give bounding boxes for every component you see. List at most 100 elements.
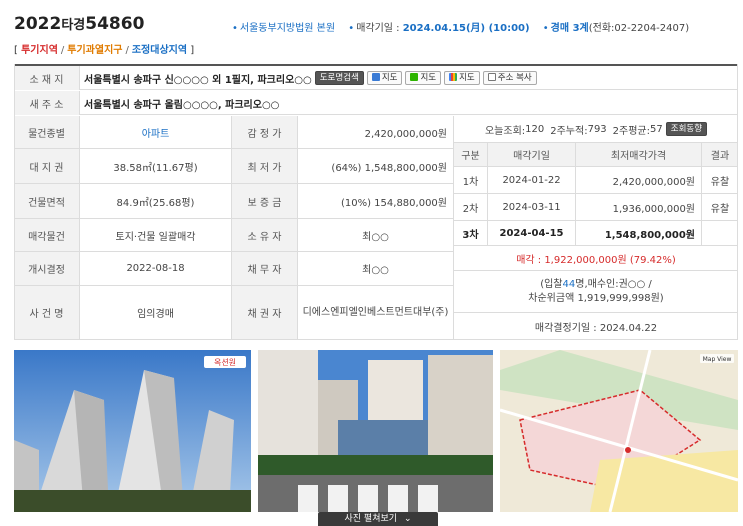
bullet-icon: • <box>348 23 355 34</box>
zone-tags: [ 투기지역 / 투기과열지구 / 조정대상지역 ] <box>14 41 194 56</box>
detail-value: 38.58㎡(11.67평) <box>80 149 232 184</box>
bid-info-prefix: (입찰 <box>540 278 563 290</box>
tag-speculation-zone: 투기지역 <box>21 45 58 56</box>
appraisal-value: 2,420,000,000원 <box>298 116 454 149</box>
detail-label: 채 무 자 <box>232 252 298 286</box>
naver-map-button[interactable]: 지도 <box>405 71 442 85</box>
owner-value: 최○○ <box>298 219 454 252</box>
sale-date: 2024.04.15(月) (10:00) <box>402 23 530 34</box>
bullet-icon: • <box>542 23 549 34</box>
road-name-search-button[interactable]: 도로명검색 <box>314 71 364 85</box>
tag-separator: / <box>125 45 129 56</box>
address-row: 소 재 지 서울특별시 송파구 신○○○○ 외 1필지, 파크리오○○ 도로명검… <box>14 66 738 90</box>
round-date: 2024-01-22 <box>488 167 576 194</box>
today-views: 120 <box>525 123 545 135</box>
bid-info: (입찰44명,매수인:권○○ / 차순위금액 1,919,999,998원) <box>454 271 738 313</box>
google-map-label: 지도 <box>459 73 475 83</box>
new-address-value: 서울특별시 송파구 올림○○○○, 파크리오○○ <box>84 99 280 111</box>
copy-address-button[interactable]: 주소 복사 <box>482 71 537 85</box>
detail-value: 2022-08-18 <box>80 252 232 286</box>
detail-label: 보 증 금 <box>232 184 298 219</box>
decision-date: 매각결정기일 : 2024.04.22 <box>454 313 738 340</box>
two-week-avg: 57 <box>650 123 663 135</box>
photo-building-1[interactable]: 옥션원 <box>14 350 251 512</box>
detail-label: 최 저 가 <box>232 149 298 184</box>
tags-bracket-open: [ <box>14 45 18 56</box>
photo-map[interactable]: Map View <box>500 350 738 512</box>
two-week-avg-label: 2주평균: <box>612 125 651 137</box>
two-week-views: 793 <box>587 123 607 135</box>
tags-bracket-close: ] <box>190 45 195 56</box>
round-number: 1차 <box>454 167 488 194</box>
address-value-wrap: 서울특별시 송파구 신○○○○ 외 1필지, 파크리오○○ 도로명검색 지도 지… <box>84 66 537 90</box>
detail-label: 소 유 자 <box>232 219 298 252</box>
address-label: 소 재 지 <box>14 66 80 90</box>
dept: 3계 <box>572 23 589 34</box>
two-week-views-label: 2주누적: <box>550 125 588 137</box>
bid-info-line1: (입찰44명,매수인:권○○ / <box>540 278 652 292</box>
case-title: 2022 타경 54860 <box>14 14 144 38</box>
round-result: 유찰 <box>702 167 738 194</box>
bullet-icon: • <box>232 23 238 34</box>
minimum-price-value: (64%) 1,548,800,000원 <box>298 149 454 184</box>
detail-label: 건물면적 <box>14 184 80 219</box>
copy-icon <box>487 73 496 81</box>
google-icon <box>449 73 458 81</box>
round-number: 2차 <box>454 194 488 221</box>
expand-photos-label: 사진 펼쳐보기 <box>344 514 398 524</box>
view-trend-button[interactable]: 조회동향 <box>665 122 708 136</box>
case-meta: • 서울동부지방법원 본원 • 매각기일 : 2024.04.15(月) (10:0… <box>232 19 689 34</box>
today-views-label: 오늘조회: <box>484 125 526 137</box>
detail-value: 84.9㎡(25.68평) <box>80 184 232 219</box>
detail-label: 물건종별 <box>14 116 80 149</box>
case-type: 타경 <box>61 18 86 33</box>
court-phone: (전화:02-2204-2407) <box>588 23 690 34</box>
detail-value: 임의경매 <box>80 286 232 340</box>
daum-icon <box>371 73 380 81</box>
detail-label: 매각물건 <box>14 219 80 252</box>
deposit-value: (10%) 154,880,000원 <box>298 184 454 219</box>
creditor-value: 디에스엔피엘인베스트먼트대부(주) <box>298 286 454 340</box>
case-year: 2022 <box>14 14 62 34</box>
round-result: 유찰 <box>702 194 738 221</box>
tag-separator: / <box>60 45 65 56</box>
detail-label: 대 지 권 <box>14 149 80 184</box>
sold-price: 매각 : 1,922,000,000원 (79.42%) <box>454 246 738 271</box>
expand-photos-button[interactable]: 사진 펼쳐보기 ⌄ <box>318 512 438 526</box>
photo-map-image: Map View <box>500 350 738 512</box>
new-address-label: 새 주 소 <box>14 91 80 115</box>
daum-map-label: 지도 <box>381 73 398 83</box>
debtor-value: 최○○ <box>298 252 454 286</box>
rounds-header-price: 최저매각가격 <box>576 143 702 167</box>
rounds-header-date: 매각기일 <box>488 143 576 167</box>
tag-overheated-zone: 투기과열지구 <box>67 45 123 56</box>
round-number: 3차 <box>454 221 488 246</box>
detail-label: 개시결정 <box>14 252 80 286</box>
bid-info-line2: 차순위금액 1,919,999,998원) <box>528 292 664 304</box>
daum-map-button[interactable]: 지도 <box>366 71 403 85</box>
case-number: 54860 <box>85 14 145 34</box>
photo-building-1-image: 옥션원 <box>14 350 251 512</box>
photo-building-2-image <box>258 350 493 512</box>
dept-label: 경매 <box>550 23 573 34</box>
detail-label: 채 권 자 <box>232 286 298 340</box>
detail-label: 감 정 가 <box>232 116 298 149</box>
copy-address-label: 주소 복사 <box>497 73 532 83</box>
round-date: 2024-04-15 <box>488 221 576 246</box>
bid-count: 44 <box>562 278 576 290</box>
detail-value: 아파트 <box>80 116 232 149</box>
round-date: 2024-03-11 <box>488 194 576 221</box>
rounds-header-result: 결과 <box>702 143 738 167</box>
photo-building-2[interactable] <box>258 350 493 512</box>
court-name: 서울동부지방법원 본원 <box>239 23 336 34</box>
address-value: 서울특별시 송파구 신○○○○ 외 1필지, 파크리오○○ <box>84 74 312 86</box>
round-price: 2,420,000,000원 <box>576 167 702 194</box>
table-left-border <box>14 64 15 340</box>
detail-label: 사 건 명 <box>14 286 80 340</box>
naver-map-label: 지도 <box>420 73 437 83</box>
round-price: 1,936,000,000원 <box>576 194 702 221</box>
naver-icon <box>410 73 419 81</box>
google-map-button[interactable]: 지도 <box>444 71 480 85</box>
tag-adjustment-zone: 조정대상지역 <box>131 45 188 56</box>
new-address-row: 새 주 소 서울특별시 송파구 올림○○○○, 파크리오○○ <box>14 91 738 115</box>
